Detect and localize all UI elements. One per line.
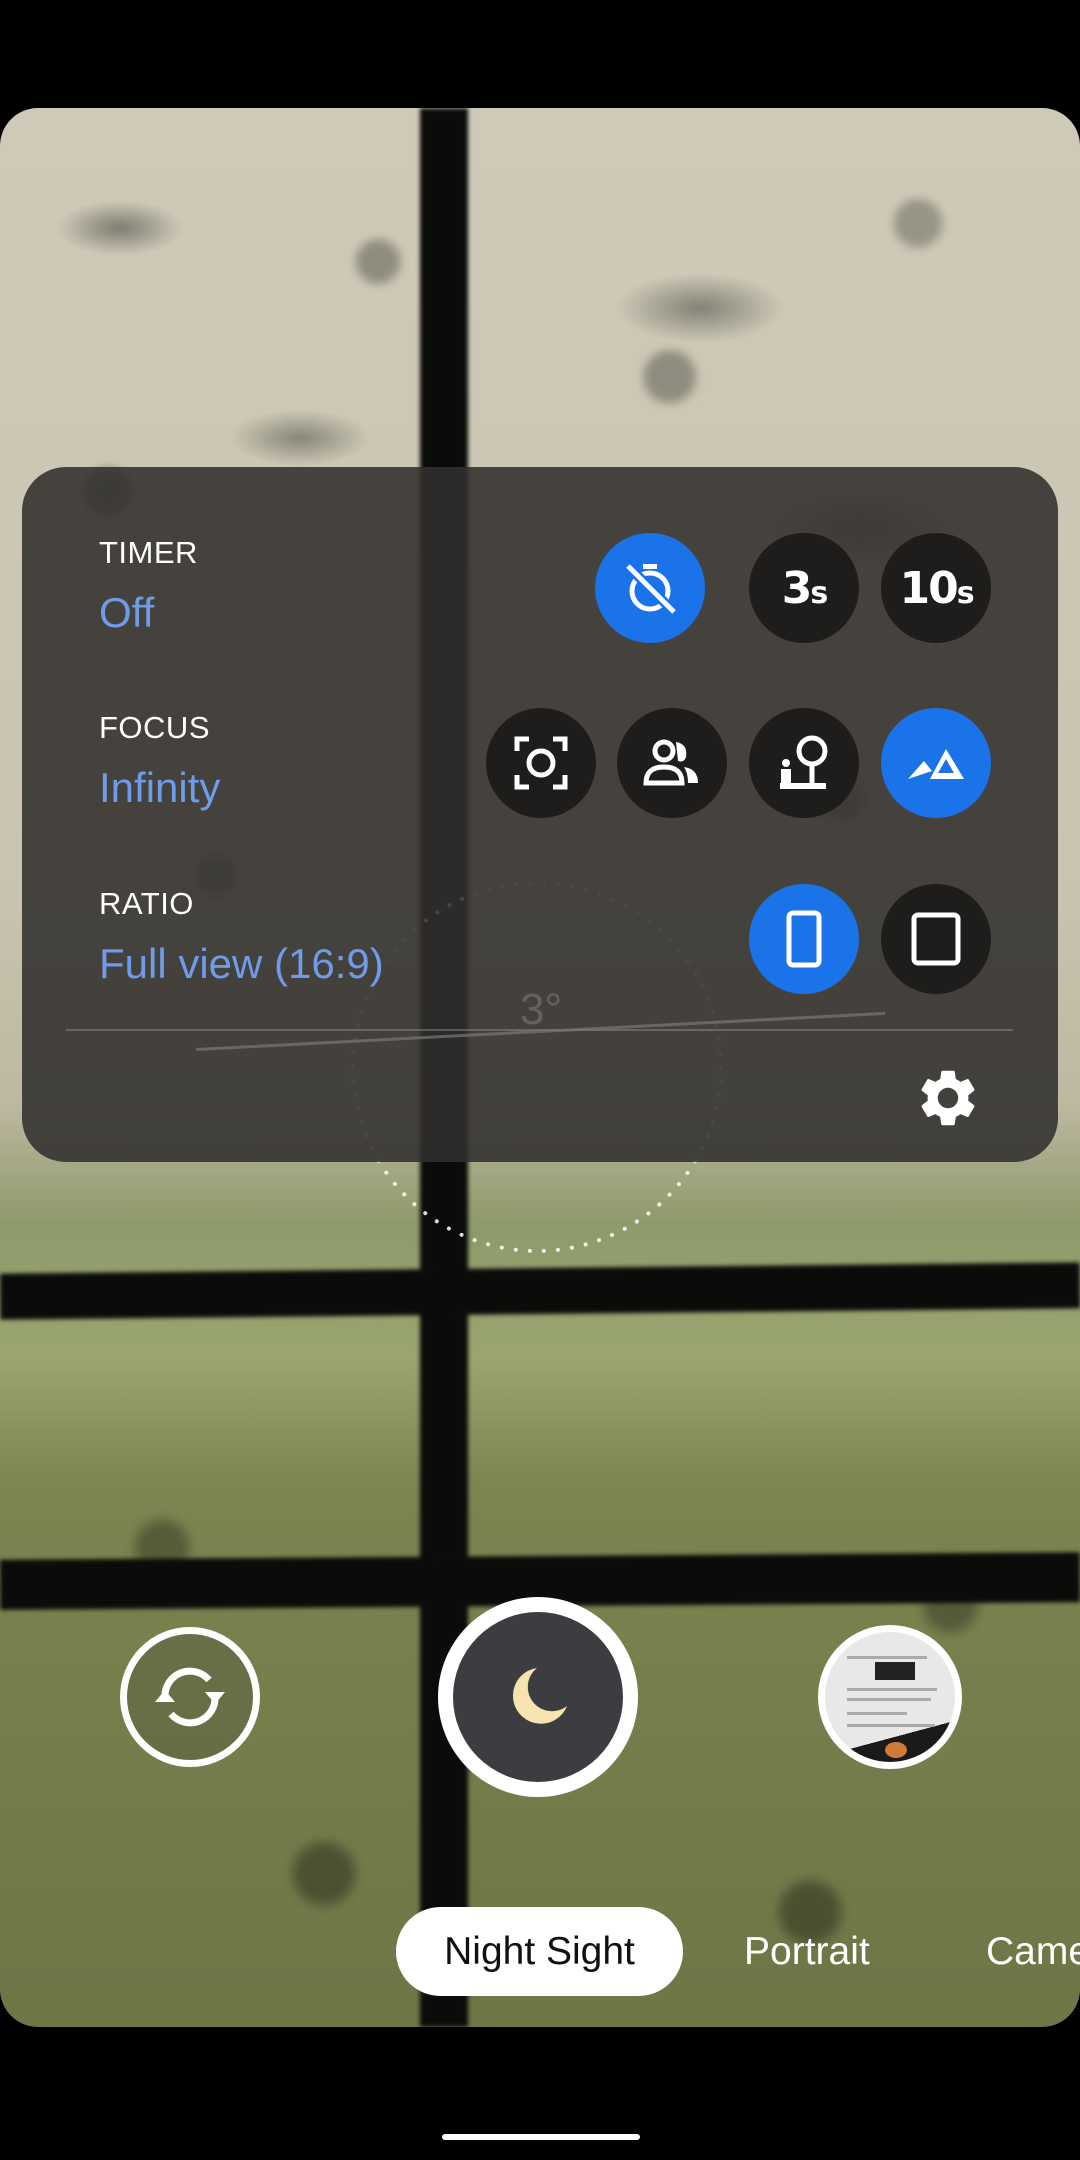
thumb-detail [875, 1662, 915, 1680]
focus-near-button[interactable] [617, 708, 727, 818]
ratio-4-3-icon [911, 912, 961, 966]
shutter-inner [453, 1612, 623, 1782]
level-angle: 3° [520, 985, 563, 1034]
thumb-detail [847, 1688, 937, 1691]
gear-icon[interactable] [914, 1064, 982, 1132]
timer-10s-button[interactable]: 10s [881, 533, 991, 643]
landscape-icon [908, 749, 964, 779]
switch-camera-icon [155, 1667, 225, 1727]
focus-value: Infinity [99, 764, 221, 811]
shutter-button[interactable] [438, 1597, 638, 1797]
mode-night-sight[interactable]: Night Sight [396, 1907, 683, 1996]
timer-3s-label: 3s [781, 562, 828, 614]
focus-auto-button[interactable] [486, 708, 596, 818]
focus-far-button[interactable] [749, 708, 859, 818]
focus-infinity-button[interactable] [881, 708, 991, 818]
gallery-thumbnail[interactable] [818, 1625, 962, 1769]
timer-value: Off [99, 589, 155, 636]
focus-auto-icon [514, 736, 568, 790]
switch-camera-button[interactable] [120, 1627, 260, 1767]
timer-label: TIMER [99, 535, 198, 570]
focus-label: FOCUS [99, 710, 210, 745]
thumb-detail [847, 1724, 935, 1727]
ratio-full-button[interactable] [749, 884, 859, 994]
thumb-detail [847, 1698, 931, 1701]
ratio-label: RATIO [99, 886, 194, 921]
person-tree-icon [780, 735, 828, 789]
timer-off-button[interactable] [595, 533, 705, 643]
ratio-full-icon [786, 910, 822, 968]
people-icon [643, 739, 698, 786]
thumb-detail [847, 1712, 907, 1715]
timer-off-icon [624, 562, 678, 616]
thumb-detail [847, 1656, 927, 1659]
ratio-4-3-button[interactable] [881, 884, 991, 994]
thumb-detail [885, 1742, 907, 1758]
mode-portrait[interactable]: Portrait [744, 1907, 870, 1996]
timer-10s-label: 10s [899, 562, 974, 614]
mode-camera[interactable]: Camera [986, 1907, 1080, 1996]
moon-icon [512, 1668, 567, 1724]
timer-3s-button[interactable]: 3s [749, 533, 859, 643]
ratio-value: Full view (16:9) [99, 940, 384, 987]
gesture-nav-handle[interactable] [442, 2134, 640, 2140]
